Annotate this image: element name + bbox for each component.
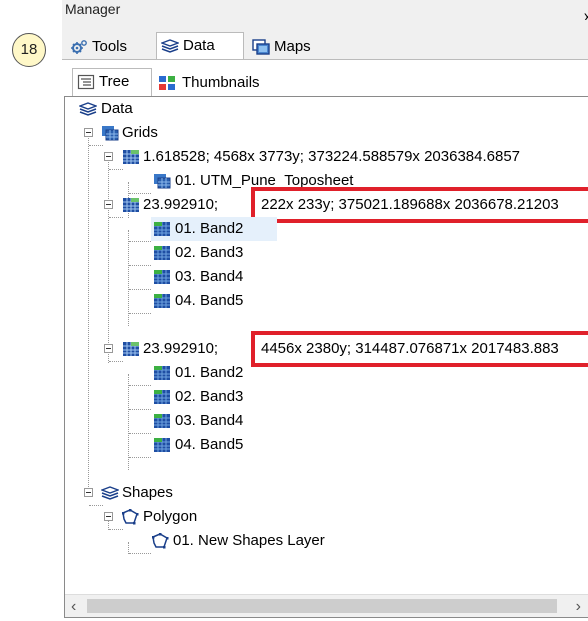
tree-node-band[interactable]: 02. Band3 (151, 385, 277, 409)
grid-icon (154, 174, 171, 189)
tree-node-band[interactable]: 04. Band5 (151, 289, 277, 313)
grid-system-prefix: 23.992910; (143, 340, 219, 357)
raster-band-icon (154, 438, 170, 452)
collapse-toggle[interactable] (104, 344, 113, 353)
data-stack-icon (79, 102, 97, 116)
close-button[interactable]: x (584, 8, 588, 20)
tab-tools[interactable]: Tools (66, 34, 154, 60)
tree-label: 03. Band4 (175, 412, 244, 429)
tree-node-band[interactable]: 01. Band2 (151, 361, 277, 385)
manager-window: Manager x Tools Data Maps Tree Thumbnail… (62, 0, 588, 621)
step-badge: 18 (12, 33, 46, 67)
grid-system-icon (123, 198, 139, 212)
collapse-toggle[interactable] (104, 512, 113, 521)
raster-band-icon (154, 294, 170, 308)
window-title: Manager (65, 1, 121, 17)
collapse-toggle[interactable] (84, 488, 93, 497)
tree-label: 04. Band5 (175, 436, 244, 453)
scroll-right-icon[interactable]: › (576, 598, 581, 616)
tree-node-grids[interactable]: Grids (65, 121, 585, 145)
tree-label: 01. Band2 (175, 220, 244, 237)
tab-maps[interactable]: Maps (248, 34, 340, 60)
tree-node-polygon[interactable]: Polygon (65, 505, 585, 529)
polygon-layer-icon (152, 533, 169, 549)
highlight-box (251, 331, 588, 367)
tab-tree[interactable]: Tree (72, 68, 152, 96)
tree-label: Data (101, 100, 133, 117)
tree-label: 02. Band3 (175, 388, 244, 405)
horizontal-scrollbar[interactable]: ‹ › (65, 594, 588, 617)
tree-label: Polygon (143, 508, 198, 525)
gear-icon (71, 40, 87, 54)
grid-system-info: 1.618528; 4568x 3773y; 373224.588579x 20… (143, 148, 521, 165)
collapse-toggle[interactable] (104, 200, 113, 209)
raster-band-icon (154, 246, 170, 260)
polygon-icon (122, 509, 139, 525)
view-tabs: Tree Thumbnails (70, 68, 588, 96)
collapse-toggle[interactable] (84, 128, 93, 137)
tree-label: Grids (122, 124, 158, 141)
tree-node-band[interactable]: 01. Band2 (151, 217, 277, 241)
raster-band-icon (154, 390, 170, 404)
tree-view-icon (77, 74, 95, 90)
tree-label: 01. New Shapes Layer (173, 532, 325, 549)
scroll-left-icon[interactable]: ‹ (71, 598, 76, 616)
tree-label: 03. Band4 (175, 268, 244, 285)
tree-label: Shapes (122, 484, 173, 501)
grid-system-icon (123, 342, 139, 356)
tree-panel: Data Grids 1.618528; 4568x 3773y; 373224… (64, 96, 588, 618)
tree-label: 01. Band2 (175, 364, 244, 381)
raster-band-icon (154, 414, 170, 428)
tree-node-band[interactable]: 03. Band4 (151, 409, 277, 433)
raster-band-icon (154, 366, 170, 380)
scrollbar-thumb[interactable] (87, 599, 557, 613)
highlight-box (251, 187, 588, 223)
tree-label: 04. Band5 (175, 292, 244, 309)
tab-data[interactable]: Data (156, 32, 244, 60)
tree-node-band[interactable]: 02. Band3 (151, 241, 277, 265)
data-stack-icon (161, 39, 179, 53)
main-tabs: Tools Data Maps (62, 32, 588, 60)
tree-node-grid-system-1[interactable]: 1.618528; 4568x 3773y; 373224.588579x 20… (65, 145, 588, 169)
raster-band-icon (154, 270, 170, 284)
tree-node-band[interactable]: 04. Band5 (151, 433, 277, 457)
tree-label: 02. Band3 (175, 244, 244, 261)
thumbnails-icon (159, 76, 175, 90)
grid-icon (102, 126, 119, 141)
shapes-stack-icon (101, 486, 119, 500)
tree-node-data[interactable]: Data (65, 97, 585, 121)
grid-system-icon (123, 150, 139, 164)
raster-band-icon (154, 222, 170, 236)
tree-node-new-shapes-layer[interactable]: 01. New Shapes Layer (65, 529, 585, 553)
maps-icon (252, 39, 270, 55)
collapse-toggle[interactable] (104, 152, 113, 161)
tree-node-shapes[interactable]: Shapes (65, 481, 585, 505)
close-icon: x (584, 8, 588, 20)
grid-system-prefix: 23.992910; (143, 196, 219, 213)
data-tab-panel: Tree Thumbnails Data Grids 1.618528; 456… (62, 59, 588, 621)
tab-thumbnails[interactable]: Thumbnails (154, 70, 304, 96)
tree-node-band[interactable]: 03. Band4 (151, 265, 277, 289)
